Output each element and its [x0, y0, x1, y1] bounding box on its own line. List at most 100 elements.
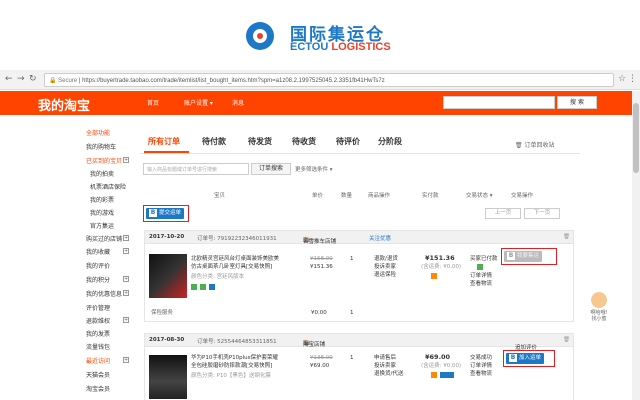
expand-icon[interactable]: + — [123, 357, 129, 363]
service-tag-icon — [200, 284, 206, 290]
sidebar-item[interactable]: 淘宝会员 — [86, 384, 110, 393]
consolidate-button[interactable]: B 我要集运 — [504, 251, 543, 262]
return-insurance-link[interactable]: 退运保险 — [374, 272, 396, 279]
shop-badge[interactable]: 关注优惠 — [369, 234, 391, 242]
product-thumbnail[interactable] — [149, 355, 187, 399]
submit-waybill-button[interactable]: B 提交运单 — [146, 208, 185, 219]
order-header: 2017-08-30 订单号: 52554464853311851 🏬 淘宝店铺… — [144, 333, 574, 348]
sidebar-item[interactable]: 我的发票 — [86, 329, 110, 338]
insurance-qty: 1 — [350, 310, 354, 316]
sidebar-item[interactable]: 我的评价 — [86, 261, 110, 270]
sidebar-item[interactable]: 购买过的店铺 — [86, 234, 122, 243]
tab-pending-receipt[interactable]: 待收货 — [292, 136, 316, 147]
ectou-banner: 国际集运仓 ECTOU LOGISTICS — [0, 0, 640, 70]
sidebar-item[interactable]: 我的游戏 — [90, 208, 114, 217]
exchange-link[interactable]: 退换货/代送 — [374, 371, 403, 378]
expand-icon[interactable]: + — [123, 248, 129, 254]
delete-order-icon[interactable]: 🗑 — [563, 337, 570, 343]
sidebar-item[interactable]: 天猫会员 — [86, 370, 110, 379]
tab-all-orders[interactable]: 所有订单 — [148, 136, 180, 147]
sidebar-item[interactable]: 我的彩票 — [90, 195, 114, 204]
order-detail-link[interactable]: 订单详情 — [470, 363, 492, 370]
back-icon[interactable]: ← — [5, 74, 13, 84]
assistant-widget[interactable]: 啊哈哦! 找小蜜 — [584, 292, 614, 322]
assistant-avatar-icon[interactable] — [591, 292, 607, 308]
paid-amount: ¥151.36 — [425, 254, 455, 262]
order-search-input[interactable]: 输入商品标题或订单号进行搜索 — [143, 163, 249, 175]
sidebar-item[interactable]: 评价管理 — [86, 303, 110, 312]
brand-title[interactable]: 我的淘宝 — [38, 95, 90, 114]
product-thumbnail[interactable] — [149, 254, 187, 298]
sidebar-item[interactable]: 我的收藏 — [86, 247, 110, 256]
sidebar-item[interactable]: 最近访问 — [86, 356, 110, 365]
product-title-2[interactable]: 仿古桌面茶几卧室灯具[交易快照] — [191, 264, 272, 271]
after-sales-link[interactable]: 申请售后 — [374, 355, 396, 362]
paid-amount: ¥69.00 — [425, 353, 451, 361]
complain-link[interactable]: 投诉卖家 — [374, 363, 396, 370]
tab-pending-shipment[interactable]: 待发货 — [248, 136, 272, 147]
nav-account-settings[interactable]: 账户设置 ▾ — [184, 98, 213, 107]
next-page-button[interactable]: 下一页 — [524, 208, 560, 219]
sidebar-item[interactable]: 官方集运 — [90, 221, 114, 230]
sidebar-item[interactable]: 已买到的宝贝 — [86, 156, 122, 165]
order-item-row: 北欧精灵宫廷风台灯桌面装饰美欧美 仿古桌面茶几卧室灯具[交易快照] 颜色分类: … — [144, 244, 574, 322]
nav-home[interactable]: 首页 — [147, 98, 159, 107]
menu-icon[interactable]: ⋮ — [628, 74, 637, 84]
product-title-2[interactable]: 全包硅胶磨砂防摔款潮[交易快照] — [191, 363, 272, 370]
tab-staged[interactable]: 分阶段 — [378, 136, 402, 147]
payment-method-icon — [431, 372, 437, 378]
order-header: 2017-10-20 订单号: 79192232346011931 🏬 名雪推车… — [144, 230, 574, 245]
sidebar-item[interactable]: 我的购物车 — [86, 142, 116, 151]
view-logistics-link[interactable]: 查看物流 — [470, 281, 492, 288]
col-item-actions: 商品操作 — [368, 193, 391, 199]
order-detail-link[interactable]: 订单详情 — [470, 273, 492, 280]
col-quantity: 数量 — [341, 193, 353, 199]
sidebar-item[interactable]: 我的拍卖 — [90, 169, 114, 178]
page-scrollbar[interactable] — [632, 91, 640, 400]
expand-icon[interactable]: + — [123, 276, 129, 282]
sidebar-item[interactable]: 我的优惠信息 — [86, 289, 122, 298]
sidebar-item[interactable]: 流量钱包 — [86, 342, 110, 351]
complain-link[interactable]: 投诉卖家 — [374, 264, 396, 271]
header-search-input[interactable] — [443, 96, 555, 109]
header-search-button[interactable]: 搜 索 — [557, 96, 597, 109]
reload-icon[interactable]: ↻ — [29, 74, 37, 84]
original-price: ¥168.00 — [310, 256, 333, 262]
view-logistics-link[interactable]: 查看物流 — [470, 371, 492, 378]
quantity: 1 — [350, 256, 354, 262]
assistant-label[interactable]: 啊哈哦! 找小蜜 — [584, 310, 614, 322]
service-tag-icon — [209, 284, 215, 290]
col-trade-status[interactable]: 交易状态 ▾ — [466, 191, 493, 199]
sidebar-item[interactable]: 机票酒店保险 — [90, 182, 126, 191]
recycle-bin-link[interactable]: 🗑 订单回收站 — [515, 140, 555, 149]
expand-icon[interactable]: + — [123, 235, 129, 241]
brand-name-en: ECTOU LOGISTICS — [290, 41, 391, 53]
payment-badge-icon — [440, 372, 454, 378]
unit-price: ¥151.36 — [310, 264, 333, 270]
address-bar[interactable]: 🔒 Secure | https://buyertrade.taobao.com… — [44, 73, 614, 87]
sidebar-item[interactable]: 退款维权 — [86, 316, 110, 325]
star-icon[interactable]: ☆ — [618, 74, 626, 84]
col-trade-actions: 交易操作 — [511, 193, 534, 199]
taobao-header: 我的淘宝 首页 账户设置 ▾ 消息 搜 索 — [0, 91, 632, 115]
add-to-waybill-button[interactable]: B 加入运单 — [506, 353, 545, 364]
delete-order-icon[interactable]: 🗑 — [563, 234, 570, 240]
expand-icon[interactable]: + — [123, 317, 129, 323]
tab-pending-review[interactable]: 待评价 — [336, 136, 360, 147]
nav-messages[interactable]: 消息 — [232, 98, 244, 107]
sidebar-item[interactable]: 我的积分 — [86, 275, 110, 284]
expand-icon[interactable]: + — [123, 157, 129, 163]
product-title[interactable]: 华为P10手机壳P10plus保护套荣耀 — [191, 355, 278, 362]
expand-icon[interactable]: + — [123, 290, 129, 296]
more-filters-link[interactable]: 更多筛选条件 ▾ — [295, 165, 333, 173]
product-title[interactable]: 北欧精灵宫廷风台灯桌面装饰美欧美 — [191, 256, 279, 263]
sidebar-item[interactable]: 全部功能 — [86, 128, 110, 137]
prev-page-button[interactable]: 上一页 — [485, 208, 521, 219]
scrollbar-thumb[interactable] — [633, 103, 639, 173]
status-tag-icon — [477, 264, 483, 270]
browser-toolbar: ← → ↻ 🔒 Secure | https://buyertrade.taob… — [0, 70, 640, 90]
tab-pending-payment[interactable]: 待付款 — [202, 136, 226, 147]
forward-icon[interactable]: → — [17, 74, 25, 84]
order-search-button[interactable]: 订单搜索 — [251, 163, 291, 175]
refund-link[interactable]: 退款/退货 — [374, 256, 398, 263]
